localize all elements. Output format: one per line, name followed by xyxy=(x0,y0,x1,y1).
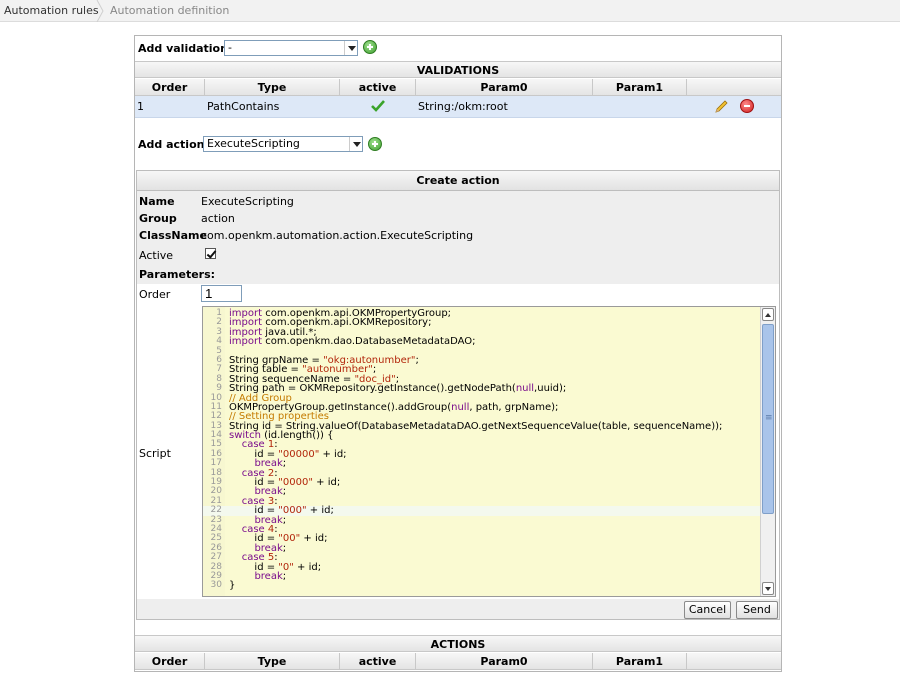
check-icon xyxy=(371,100,385,112)
order-label: Order xyxy=(139,288,171,301)
active-label: Active xyxy=(139,249,174,262)
code-line: 17 break; xyxy=(203,458,761,468)
col-active: active xyxy=(340,653,416,670)
code-line: 25 id = "00" + id; xyxy=(203,533,761,543)
col-param1: Param1 xyxy=(593,653,687,670)
name-value: ExecuteScripting xyxy=(201,195,294,208)
chevron-down-icon xyxy=(349,137,362,151)
code-line: 20 break; xyxy=(203,487,761,497)
col-active: active xyxy=(340,79,416,96)
code-line: 22 id = "000" + id; xyxy=(203,505,761,516)
code-line: 30} xyxy=(203,580,761,592)
action-select-value: ExecuteScripting xyxy=(207,137,300,150)
group-label: Group xyxy=(139,212,177,225)
delete-icon[interactable] xyxy=(740,99,754,113)
col-type: Type xyxy=(205,653,340,670)
code-line: 28 id = "0" + id; xyxy=(203,562,761,572)
send-button[interactable]: Send xyxy=(736,601,778,619)
classname-label: ClassName xyxy=(139,229,207,242)
action-type-select[interactable]: ExecuteScripting xyxy=(203,136,363,152)
row-param0: String:/okm:root xyxy=(418,100,508,113)
scroll-thumb[interactable] xyxy=(762,324,774,514)
code-line: 4 import com.openkm.dao.DatabaseMetadataD… xyxy=(203,336,761,348)
row-order: 1 xyxy=(137,100,144,113)
editor-scrollbar[interactable] xyxy=(760,307,775,596)
line-number: 30 xyxy=(210,580,222,591)
code-line: 29 break; xyxy=(203,570,761,582)
validation-type-select[interactable]: - xyxy=(224,40,358,56)
code-text: break; xyxy=(254,570,287,582)
col-order: Order xyxy=(135,79,205,96)
actions-title: ACTIONS xyxy=(135,635,781,652)
table-row[interactable]: 1 PathContains String:/okm:root xyxy=(135,96,781,118)
actions-header: Order Type active Param0 Param1 xyxy=(135,653,781,670)
col-param0: Param0 xyxy=(416,653,593,670)
validations-header: Order Type active Param0 Param1 xyxy=(135,79,781,96)
script-label: Script xyxy=(139,447,171,460)
validation-select-value: - xyxy=(228,41,232,54)
code-text: } xyxy=(229,580,236,592)
rule-definition-panel: Add validation: - VALIDATIONS Order Type… xyxy=(134,35,782,672)
col-param1: Param1 xyxy=(593,79,687,96)
group-value: action xyxy=(201,212,235,225)
order-input[interactable] xyxy=(201,285,242,302)
scroll-up-icon[interactable] xyxy=(762,308,774,321)
name-label: Name xyxy=(139,195,175,208)
code-line: 23 break; xyxy=(203,515,761,525)
active-checkbox[interactable] xyxy=(205,248,216,259)
col-param0: Param0 xyxy=(416,79,593,96)
add-action-label: Add action: xyxy=(138,138,209,151)
script-editor[interactable]: 1 import com.openkm.api.OKMPropertyGroup;… xyxy=(202,306,776,597)
create-action-form: Create action Name ExecuteScripting Grou… xyxy=(136,170,780,620)
breadcrumb-automation-rules[interactable]: Automation rules xyxy=(4,0,99,22)
pencil-icon[interactable] xyxy=(713,99,729,115)
code-line: 19 id = "0000" + id; xyxy=(203,477,761,487)
row-type: PathContains xyxy=(207,100,280,113)
add-validation-button[interactable] xyxy=(363,40,377,54)
script-code[interactable]: 1 import com.openkm.api.OKMPropertyGroup;… xyxy=(203,308,761,592)
breadcrumb: Automation rules Automation definition xyxy=(0,0,900,22)
col-type: Type xyxy=(205,79,340,96)
chevron-down-icon xyxy=(344,41,357,55)
cancel-button[interactable]: Cancel xyxy=(684,601,731,619)
breadcrumb-separator-icon xyxy=(96,0,104,22)
scroll-down-icon[interactable] xyxy=(762,582,774,595)
code-line: 14 switch (id.length()) { xyxy=(203,430,761,440)
add-validation-label: Add validation: xyxy=(138,42,233,55)
code-line: 16 id = "00000" + id; xyxy=(203,449,761,459)
add-action-button[interactable] xyxy=(368,137,382,151)
parameters-label: Parameters: xyxy=(139,268,216,281)
validations-title: VALIDATIONS xyxy=(135,61,781,78)
code-line: 26 break; xyxy=(203,543,761,553)
breadcrumb-automation-definition: Automation definition xyxy=(110,4,230,17)
classname-value: com.openkm.automation.action.ExecuteScri… xyxy=(201,229,474,242)
create-action-title: Create action xyxy=(137,171,779,191)
code-text: import com.openkm.dao.DatabaseMetadataDA… xyxy=(229,336,476,348)
col-order: Order xyxy=(135,653,205,670)
